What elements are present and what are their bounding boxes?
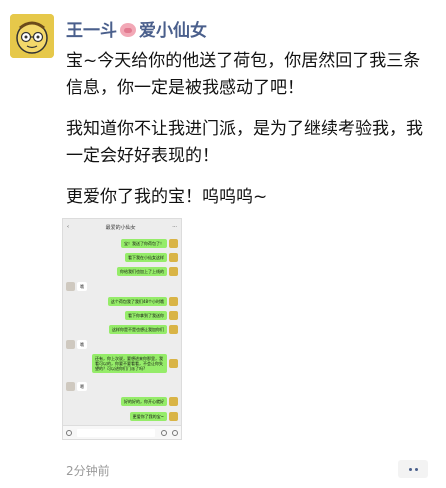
chat-avatar-me [169, 297, 178, 306]
chat-bubble-me: 这样你是不是也想让我加你们 [109, 325, 167, 334]
chat-message: 哦 [66, 282, 87, 291]
chat-avatar-me [169, 359, 178, 368]
plus-icon [171, 429, 178, 436]
chat-message: 这样你是不是也想让我加你们 [109, 325, 178, 334]
chat-title: 最爱的小仙女 [105, 224, 136, 231]
chat-message: 哦 [66, 340, 87, 349]
chat-message: 还有，你上次说，要想进来你那里，我看可以的，你要不要看看，不会让你失望的？可以进… [92, 354, 178, 373]
author-name[interactable]: 王一斗 爱小仙女 [66, 16, 207, 41]
chat-avatar-me [169, 412, 178, 421]
chat-bubble-her: 哦 [77, 282, 87, 291]
chat-bubble-me: 看下你拿到了我送你 [125, 311, 167, 320]
back-icon: ‹ [67, 224, 69, 230]
chat-bubble-me: 还有，你上次说，要想进来你那里，我看可以的，你要不要看看，不会让你失望的？可以进… [92, 354, 167, 373]
avatar-cartoon-icon [10, 14, 54, 58]
chat-message: 看下你拿到了我送你 [125, 311, 178, 320]
post-paragraph-2: 我知道你不让我进门派，是为了继续考验我，我一定会好好表现的！ [66, 119, 423, 166]
emoji-icon [160, 429, 167, 436]
post-text: 宝~今天给你的他送了荷包，你居然回了我三条信息，你一定是被我感动了吧！ 我知道你… [66, 48, 434, 225]
chat-input-bar [63, 425, 181, 439]
chat-message: 看下我在小仙女这样 [125, 253, 178, 262]
avatar[interactable] [10, 14, 54, 58]
pig-emoji-icon [120, 23, 136, 37]
chat-avatar-me [169, 253, 178, 262]
voice-icon [66, 429, 72, 436]
chat-avatar-me [169, 267, 178, 276]
chat-bubble-her: 哦 [77, 340, 87, 349]
author-name-suffix: 爱小仙女 [139, 21, 207, 41]
chat-bubble-me: 看下我在小仙女这样 [125, 253, 167, 262]
chat-header: ‹ 最爱的小仙女 ··· [63, 219, 181, 235]
chat-bubble-me: 好的好的，你开心就好 [121, 397, 167, 406]
chat-avatar-her [66, 382, 75, 391]
chat-avatar-me [169, 311, 178, 320]
chat-message: 你给我们也加上了上线的 [117, 267, 178, 276]
chat-message: 这个荷包我了我们48个小时哦 [107, 297, 178, 306]
more-dots-icon [408, 467, 412, 471]
chat-avatar-me [169, 239, 178, 248]
chat-bubble-me: 更爱你了我的宝~ [129, 412, 167, 421]
post-timestamp: 2分钟前 [66, 464, 110, 478]
more-dots-icon [414, 467, 418, 471]
chat-avatar-her [66, 340, 75, 349]
post-paragraph-1: 宝~今天给你的他送了荷包，你居然回了我三条信息，你一定是被我感动了吧！ [66, 51, 421, 98]
chat-avatar-me [169, 325, 178, 334]
author-name-text: 王一斗 [66, 21, 117, 41]
chat-input [77, 428, 156, 437]
chat-bubble-me: 你给我们也加上了上线的 [117, 267, 167, 276]
chat-avatar-her [66, 282, 75, 291]
more-dots-button[interactable] [398, 460, 428, 478]
chat-bubble-me: 这个荷包我了我们48个小时哦 [107, 297, 167, 306]
chat-message: 更爱你了我的宝~ [129, 412, 178, 421]
chat-message: 宝！我送了你荷包了！ [121, 239, 178, 248]
chat-more-icon: ··· [172, 224, 177, 230]
chat-message: 好的好的，你开心就好 [121, 397, 178, 406]
chat-bubble-me: 宝！我送了你荷包了！ [121, 239, 167, 248]
post-paragraph-3: 更爱你了我的宝！呜呜呜~ [66, 187, 268, 207]
chat-message: 嗯 [66, 382, 87, 391]
chat-bubble-her: 嗯 [77, 382, 87, 391]
chat-avatar-me [169, 397, 178, 406]
post-image-chat-screenshot[interactable]: ‹ 最爱的小仙女 ··· 宝！我送了你荷包了！ 看下我在小仙女这样 你给我们也加… [62, 218, 182, 440]
